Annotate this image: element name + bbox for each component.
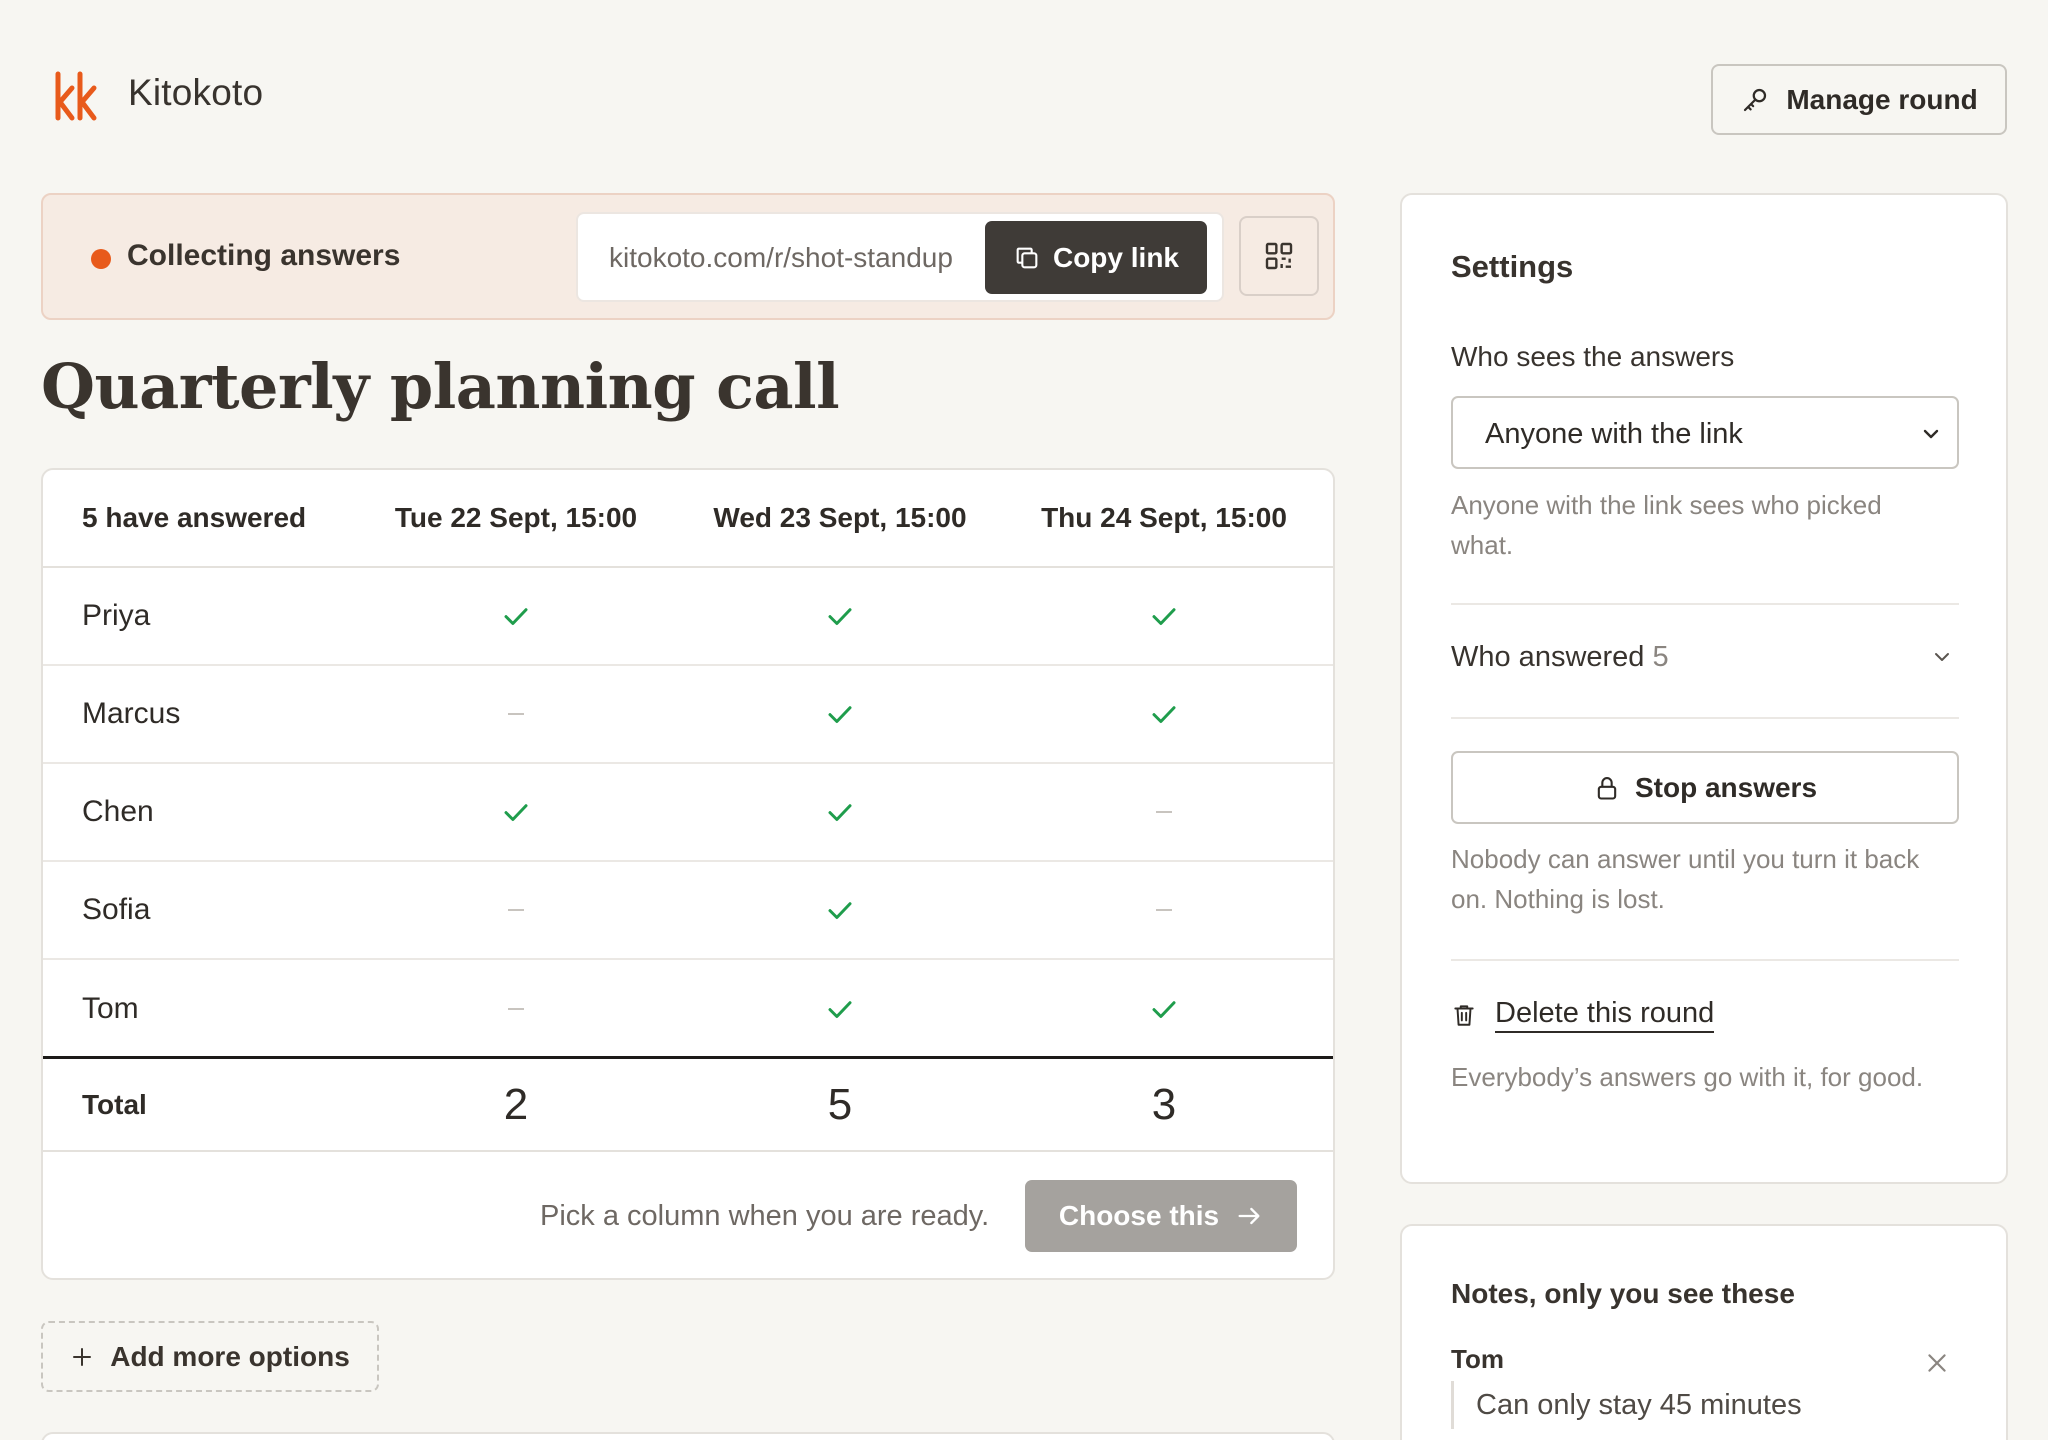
choose-hint: Pick a column when you are ready. (540, 1200, 990, 1232)
column-header[interactable]: Thu 24 Sept, 15:00 (989, 470, 1333, 566)
qr-code-icon (1265, 242, 1293, 270)
plus-icon (73, 1347, 92, 1366)
check-icon (665, 764, 1015, 860)
delete-round-label[interactable]: Delete this round (1495, 997, 1715, 1033)
who-answered-toggle[interactable]: Who answered 5 (1451, 641, 1669, 674)
page-title: Quarterly planning call (41, 350, 840, 423)
check-icon (989, 568, 1333, 664)
add-more-options-label: Add more options (110, 1340, 350, 1372)
who-answered-label: Who answered (1451, 641, 1645, 673)
answered-count-header: 5 have answered (82, 502, 307, 533)
arrow-right-icon (1238, 1207, 1260, 1225)
dash-icon (341, 960, 691, 1058)
participant-name: Tom (82, 992, 139, 1025)
total-row: Total 2 5 3 (43, 1056, 1333, 1152)
qr-code-button[interactable] (1239, 216, 1319, 296)
status-text: Collecting answers (127, 239, 401, 272)
manage-round-label: Manage round (1786, 83, 1978, 115)
visibility-help: Anyone with the link sees who picked wha… (1451, 490, 1882, 560)
delete-round-help: Everybody’s answers go with it, for good… (1451, 1062, 1924, 1092)
notes-panel: Notes, only you see these Tom Can only s… (1400, 1224, 2008, 1440)
total-count: 2 (503, 1079, 529, 1129)
kitokoto-logo-icon (55, 71, 97, 121)
visibility-value: Anyone with the link (1485, 418, 1743, 450)
total-count: 5 (827, 1079, 853, 1129)
share-link-text[interactable]: kitokoto.com/r/shot-standup (609, 242, 953, 274)
dash-icon (989, 862, 1333, 958)
total-label: Total (82, 1088, 147, 1120)
stop-answers-help: Nobody can answer until you turn it back… (1451, 844, 1920, 914)
stop-answers-label: Stop answers (1634, 771, 1818, 803)
stop-answers-button[interactable]: Stop answers (1451, 751, 1959, 824)
dash-icon (341, 666, 691, 762)
table-row: Tom (43, 960, 1333, 1058)
chevron-down-icon (1923, 429, 1939, 439)
table-row: Sofia (43, 862, 1333, 960)
close-icon[interactable] (1924, 1350, 1950, 1376)
who-answered-count: 5 (1652, 641, 1669, 673)
lock-icon (1597, 776, 1617, 800)
column-header[interactable]: Tue 22 Sept, 15:00 (341, 470, 691, 566)
dash-icon (341, 862, 691, 958)
status-banner: Collecting answers kitokoto.com/r/shot-s… (41, 193, 1335, 320)
table-row: Priya (43, 568, 1333, 666)
choose-this-button[interactable]: Choose this (1025, 1180, 1297, 1252)
table-header-row: 5 have answered Tue 22 Sept, 15:00 Wed 2… (43, 470, 1333, 568)
note-author: Tom (1451, 1344, 1504, 1374)
key-icon (1744, 88, 1767, 111)
participant-name: Chen (82, 795, 154, 828)
copy-link-button[interactable]: Copy link (985, 221, 1207, 294)
note-text: Can only stay 45 minutes (1451, 1381, 1802, 1429)
dash-icon (989, 764, 1333, 860)
check-icon (341, 568, 691, 664)
visibility-select[interactable]: Anyone with the link (1451, 396, 1959, 469)
chevron-down-icon[interactable] (1930, 645, 1954, 669)
choose-this-label: Choose this (1058, 1200, 1220, 1231)
check-icon (341, 764, 691, 860)
check-icon (989, 960, 1333, 1058)
add-more-options-button[interactable]: Add more options (41, 1321, 379, 1392)
status-dot (91, 249, 111, 269)
manage-round-button[interactable]: Manage round (1711, 64, 2007, 135)
settings-panel: Settings Who sees the answers Anyone wit… (1400, 193, 2008, 1184)
divider (1451, 959, 1959, 961)
table-row: Marcus (43, 666, 1333, 764)
divider (1451, 603, 1959, 605)
notes-title: Notes, only you see these (1451, 1278, 1795, 1309)
check-icon (989, 666, 1333, 762)
check-icon (665, 960, 1015, 1058)
table-row: Chen (43, 764, 1333, 862)
share-link-box[interactable]: kitokoto.com/r/shot-standup Copy link (576, 212, 1224, 302)
delete-round-link[interactable]: Delete this round (1451, 997, 1715, 1033)
column-header[interactable]: Wed 23 Sept, 15:00 (665, 470, 1015, 566)
brand-name: Kitokoto (128, 72, 264, 113)
copy-icon (1016, 247, 1038, 268)
divider (1451, 717, 1959, 719)
check-icon (665, 568, 1015, 664)
availability-table: 5 have answered Tue 22 Sept, 15:00 Wed 2… (41, 468, 1335, 1280)
participant-name: Marcus (82, 697, 181, 730)
trash-icon (1454, 1005, 1474, 1026)
total-count: 3 (1151, 1079, 1177, 1129)
copy-link-label: Copy link (1052, 241, 1179, 273)
visibility-label: Who sees the answers (1451, 341, 1735, 372)
check-icon (665, 666, 1015, 762)
next-card-edge (41, 1432, 1335, 1440)
settings-title: Settings (1451, 249, 1574, 284)
participant-name: Priya (82, 599, 151, 632)
check-icon (665, 862, 1015, 958)
participant-name: Sofia (82, 893, 151, 926)
